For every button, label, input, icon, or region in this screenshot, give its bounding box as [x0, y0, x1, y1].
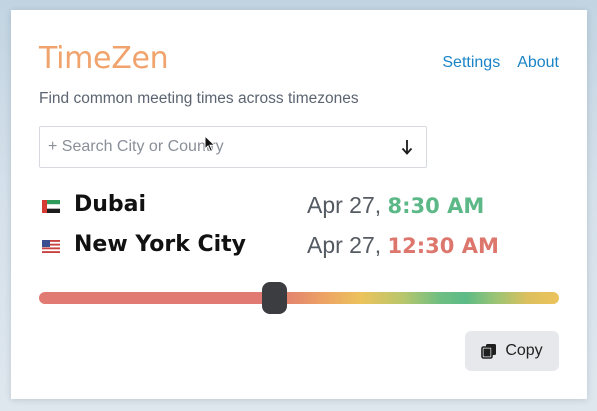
main-card: TimeZen Settings About Find common meeti… [11, 10, 587, 399]
uae-flag-icon [42, 200, 60, 213]
usa-flag-icon [42, 240, 60, 253]
city-date: Apr 27, [307, 232, 382, 258]
tagline: Find common meeting times across timezon… [39, 90, 359, 107]
arrow-down-icon[interactable] [400, 138, 414, 156]
about-link[interactable]: About [517, 54, 559, 72]
copy-button[interactable]: Copy [465, 331, 559, 371]
city-search-box[interactable] [39, 126, 427, 168]
app-logo: TimeZen [39, 41, 169, 76]
city-name: New York City [74, 232, 247, 257]
time-slider-thumb[interactable] [262, 282, 288, 314]
city-date: Apr 27, [307, 192, 382, 218]
mouse-cursor-icon [204, 135, 216, 153]
top-nav: Settings About [442, 54, 559, 72]
city-row-dubai: Dubai Apr 27, 8:30 AM [39, 190, 559, 220]
settings-link[interactable]: Settings [442, 54, 500, 72]
city-datetime: Apr 27, 12:30 AM [307, 230, 499, 261]
city-time-good: 8:30 AM [387, 194, 485, 218]
city-name: Dubai [74, 192, 147, 217]
city-row-new-york: New York City Apr 27, 12:30 AM [39, 230, 559, 260]
city-time-bad: 12:30 AM [387, 234, 499, 258]
copy-icon [481, 344, 497, 359]
time-slider-track[interactable] [39, 292, 559, 304]
city-datetime: Apr 27, 8:30 AM [307, 190, 484, 221]
copy-label: Copy [505, 342, 543, 359]
